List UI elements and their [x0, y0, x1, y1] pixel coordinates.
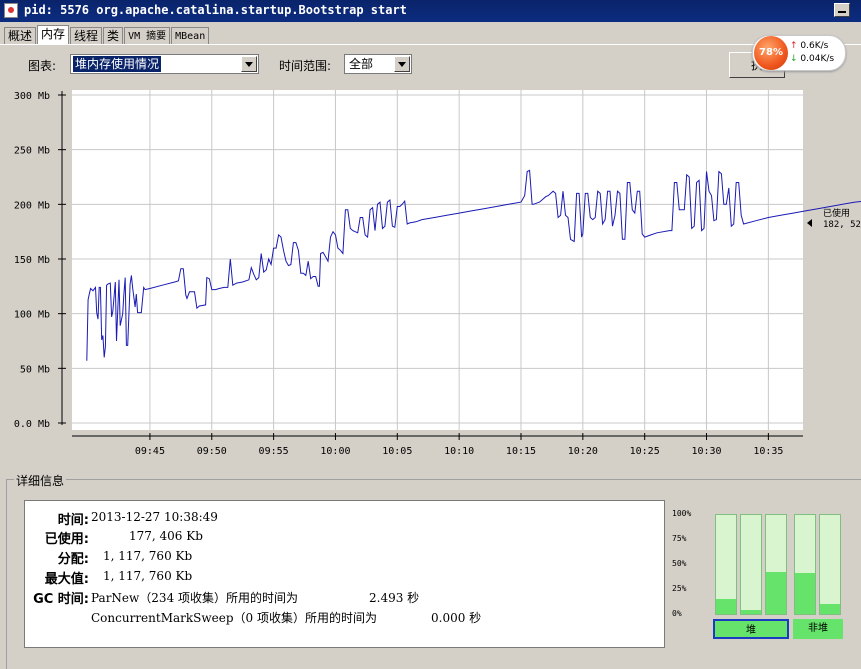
tab-bar: 概述 内存 线程 类 VM 摘要 MBean — [4, 25, 210, 45]
y-tick-label: 150 Mb — [14, 255, 50, 266]
x-tick-label: 09:50 — [197, 446, 227, 457]
committed-label: 分配: — [57, 552, 89, 567]
upload-arrow-icon: ↑ — [790, 41, 798, 51]
java-icon — [4, 3, 18, 18]
y-tick-label: 50 Mb — [20, 364, 50, 375]
gc-cms-value: 0.000 秒 — [431, 611, 482, 625]
nonheap-pool-fill — [820, 604, 840, 614]
details-panel: 时间: 2013-12-27 10:38:49 已使用: 177, 406 Kb… — [24, 500, 665, 648]
tab-divider — [0, 44, 861, 45]
used-label: 已使用: — [44, 532, 89, 547]
y-tick-label: 200 Mb — [14, 200, 50, 211]
x-tick-label: 10:30 — [691, 446, 721, 457]
download-speed: 0.04K/s — [800, 54, 835, 64]
nonheap-pool-fill — [795, 573, 815, 614]
pct-25: 25% — [672, 584, 687, 593]
x-tick-label: 09:45 — [135, 446, 165, 457]
range-select[interactable]: 全部 — [344, 54, 412, 74]
plot-area — [72, 90, 803, 430]
x-tick-label: 10:25 — [630, 446, 660, 457]
annotation-marker-icon — [807, 219, 812, 227]
gc-parnew-value: 2.493 秒 — [369, 591, 420, 605]
heap-pool-fill — [741, 610, 761, 614]
tab-threads[interactable]: 线程 — [70, 27, 103, 45]
details-title: 详细信息 — [14, 472, 67, 489]
window-title: pid: 5576 org.apache.catalina.startup.Bo… — [24, 3, 407, 17]
nonheap-pool-bar[interactable] — [819, 514, 841, 615]
annotation-value: 182, 526, — [823, 220, 861, 230]
heap-pool-fill — [716, 599, 736, 614]
pct-75: 75% — [672, 534, 687, 543]
nonheap-label[interactable]: 非堆 — [793, 619, 843, 639]
heap-label[interactable]: 堆 — [713, 619, 789, 639]
upload-speed: 0.6K/s — [800, 41, 829, 51]
chart-label: 图表: — [28, 59, 57, 73]
x-tick-label: 10:10 — [444, 446, 474, 457]
memory-pools-panel: 100% 75% 50% 25% 0% 堆 非堆 — [672, 504, 848, 650]
used-value: 177, 406 Kb — [129, 529, 203, 543]
range-select-value: 全部 — [349, 57, 374, 71]
max-label: 最大值: — [44, 572, 89, 587]
chevron-down-icon[interactable] — [241, 56, 257, 72]
max-value: 1, 117, 760 Kb — [103, 569, 193, 583]
gc-cms-text: ConcurrentMarkSweep（0 项收集）所用的时间为 — [91, 611, 377, 625]
x-tick-label: 10:15 — [506, 446, 536, 457]
heap-pool-bar[interactable] — [765, 514, 787, 615]
gc-parnew-text: ParNew（234 项收集）所用的时间为 — [91, 591, 299, 605]
y-axis: 300 Mb 250 Mb 200 Mb 150 Mb 100 Mb 50 Mb 0.0 M… — [14, 91, 66, 430]
percent-ball: 78% — [754, 36, 788, 70]
tab-overview[interactable]: 概述 — [4, 27, 37, 45]
tab-memory[interactable]: 内存 — [37, 25, 70, 45]
y-tick-label: 300 Mb — [14, 91, 50, 102]
tab-vm-summary[interactable]: VM 摘要 — [124, 27, 171, 45]
x-tick-label: 10:35 — [753, 446, 783, 457]
minimize-button[interactable] — [834, 3, 850, 17]
nonheap-pool-bar[interactable] — [794, 514, 816, 615]
x-tick-label: 09:55 — [259, 446, 289, 457]
download-arrow-icon: ↓ — [790, 54, 798, 64]
y-tick-label: 0.0 Mb — [14, 419, 50, 430]
pct-0: 0% — [672, 609, 682, 618]
heap-pool-bar[interactable] — [715, 514, 737, 615]
time-value: 2013-12-27 10:38:49 — [91, 510, 218, 524]
heap-usage-chart: 300 Mb 250 Mb 200 Mb 150 Mb 100 Mb 50 Mb 0.0 M… — [14, 90, 861, 457]
chevron-down-icon[interactable] — [394, 56, 410, 72]
chart-select-value: 堆内存使用情况 — [73, 56, 162, 72]
range-label: 时间范围: — [279, 59, 332, 73]
pct-100: 100% — [672, 509, 692, 518]
x-tick-label: 10:05 — [382, 446, 412, 457]
x-tick-label: 10:00 — [320, 446, 350, 457]
heap-pool-bar[interactable] — [740, 514, 762, 615]
time-label: 时间: — [57, 513, 89, 528]
heap-pool-fill — [766, 572, 786, 614]
pct-50: 50% — [672, 559, 687, 568]
title-bar: pid: 5576 org.apache.catalina.startup.Bo… — [0, 0, 861, 22]
y-tick-label: 250 Mb — [14, 146, 50, 157]
y-tick-label: 100 Mb — [14, 310, 50, 321]
chart-select[interactable]: 堆内存使用情况 — [70, 54, 259, 74]
committed-value: 1, 117, 760 Kb — [103, 549, 193, 563]
x-axis: 09:45 09:50 09:55 10:00 10:05 10:10 10:15 10:20… — [72, 433, 803, 457]
network-speed-widget[interactable]: 78% ↑ 0.6K/s ↓ 0.04K/s — [752, 35, 846, 71]
x-tick-label: 10:20 — [568, 446, 598, 457]
gc-time-label: GC 时间: — [33, 592, 89, 607]
tab-mbean[interactable]: MBean — [171, 27, 210, 45]
annotation-label: 已使用 — [823, 207, 850, 219]
tab-classes[interactable]: 类 — [103, 27, 124, 45]
